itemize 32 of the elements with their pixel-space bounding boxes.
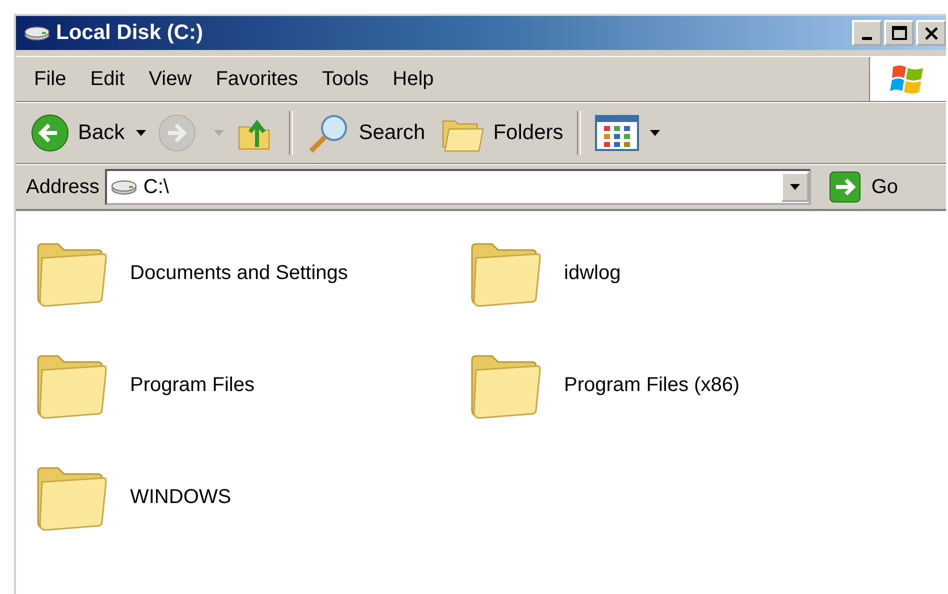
folder-name[interactable]: Documents and Settings bbox=[130, 262, 348, 284]
maximize-button[interactable] bbox=[884, 20, 914, 46]
drive-icon bbox=[111, 178, 138, 196]
caret-icon[interactable] bbox=[134, 129, 147, 137]
go-button[interactable]: Go bbox=[825, 171, 902, 203]
menu-item[interactable]: Tools bbox=[310, 64, 381, 94]
caret-icon bbox=[789, 183, 802, 191]
close-icon bbox=[924, 26, 938, 40]
window-title: Local Disk (C:) bbox=[56, 21, 204, 45]
folders-button[interactable]: Folders bbox=[435, 109, 570, 157]
address-text: C:\ bbox=[143, 176, 170, 198]
minimize-button[interactable] bbox=[852, 20, 882, 46]
menu-item[interactable]: Favorites bbox=[204, 64, 310, 94]
folder-name[interactable]: Program Files (x86) bbox=[564, 374, 740, 396]
menu-item[interactable]: View bbox=[136, 64, 204, 94]
maximize-icon bbox=[892, 26, 906, 40]
folder-name[interactable]: Program Files bbox=[130, 374, 254, 396]
search-button[interactable]: Search bbox=[300, 109, 432, 157]
dropdown-button[interactable] bbox=[781, 172, 810, 202]
drive-icon bbox=[24, 24, 50, 42]
menu-item[interactable]: Help bbox=[380, 64, 446, 94]
back-button[interactable]: Back bbox=[24, 109, 131, 157]
address-label: Address bbox=[26, 176, 100, 198]
menu-item[interactable]: Edit bbox=[78, 64, 137, 94]
address-field[interactable]: C:\ bbox=[105, 169, 812, 205]
view-grid-icon bbox=[595, 113, 640, 153]
folder-name[interactable]: idwlog bbox=[564, 262, 621, 284]
caret-icon[interactable] bbox=[649, 129, 662, 137]
close-button[interactable] bbox=[916, 20, 946, 46]
minimize-icon bbox=[862, 36, 872, 40]
folder-name[interactable]: WINDOWS bbox=[130, 486, 232, 508]
menu-item[interactable]: File bbox=[22, 64, 78, 94]
